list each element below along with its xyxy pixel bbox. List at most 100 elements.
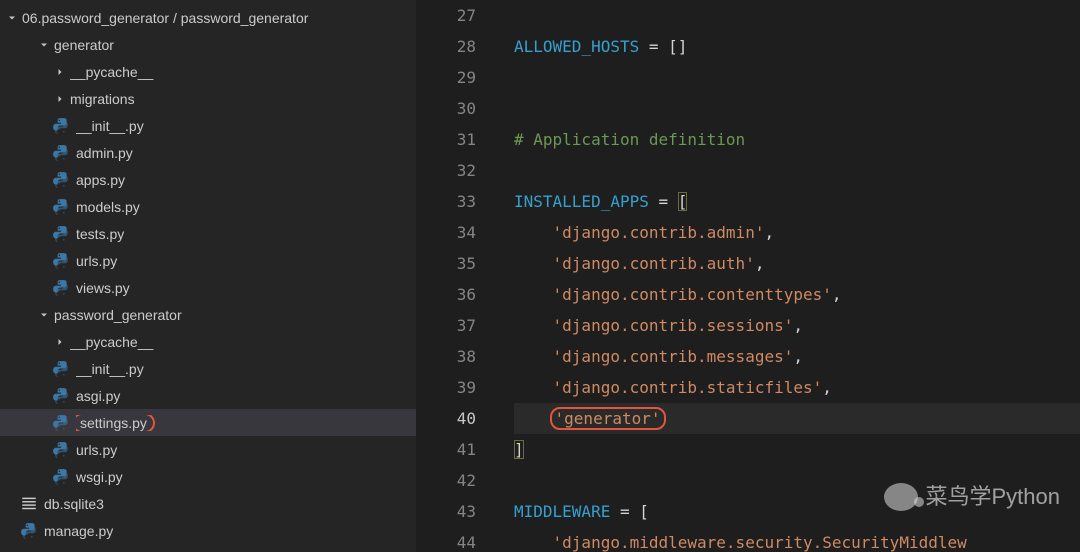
file-label: urls.py	[76, 253, 416, 269]
line-number: 41	[416, 434, 476, 465]
file-label: settings.py	[76, 415, 416, 431]
line-number: 28	[416, 31, 476, 62]
line-number: 43	[416, 496, 476, 527]
file-item[interactable]: wsgi.py	[0, 463, 416, 490]
python-file-icon	[52, 414, 70, 432]
python-file-icon	[52, 360, 70, 378]
code-line[interactable]	[514, 155, 1080, 186]
line-number: 34	[416, 217, 476, 248]
file-label: tests.py	[76, 226, 416, 242]
file-item[interactable]: asgi.py	[0, 382, 416, 409]
file-label: admin.py	[76, 145, 416, 161]
file-label: urls.py	[76, 442, 416, 458]
file-item[interactable]: __init__.py	[0, 355, 416, 382]
file-label: manage.py	[44, 523, 416, 539]
folder-item[interactable]: migrations	[0, 85, 416, 112]
python-file-icon	[52, 468, 70, 486]
folder-item[interactable]: generator	[0, 31, 416, 58]
file-item[interactable]: tests.py	[0, 220, 416, 247]
code-line[interactable]: # Application definition	[514, 124, 1080, 155]
code-line[interactable]: ALLOWED_HOSTS = []	[514, 31, 1080, 62]
code-line[interactable]	[514, 62, 1080, 93]
file-explorer[interactable]: 06.password_generator / password_generat…	[0, 0, 416, 552]
folder-label: 06.password_generator / password_generat…	[22, 10, 416, 26]
line-number: 33	[416, 186, 476, 217]
chevron-down-icon	[36, 37, 52, 53]
line-number: 42	[416, 465, 476, 496]
line-number: 36	[416, 279, 476, 310]
line-number: 29	[416, 62, 476, 93]
python-file-icon	[52, 252, 70, 270]
chevron-right-icon	[52, 334, 68, 350]
line-number: 40	[416, 403, 476, 434]
code-area[interactable]: ALLOWED_HOSTS = [] # Application definit…	[494, 0, 1080, 552]
line-gutter: 27282930313233343536373839404142434445	[416, 0, 494, 552]
line-number: 31	[416, 124, 476, 155]
database-file-icon	[20, 495, 38, 513]
file-label: models.py	[76, 199, 416, 215]
file-item[interactable]: apps.py	[0, 166, 416, 193]
code-line[interactable]	[514, 93, 1080, 124]
wechat-icon	[884, 483, 918, 511]
file-item[interactable]: models.py	[0, 193, 416, 220]
file-item[interactable]: admin.py	[0, 139, 416, 166]
code-line[interactable]: ]	[514, 434, 1080, 465]
python-file-icon	[52, 144, 70, 162]
file-label: views.py	[76, 280, 416, 296]
folder-label: migrations	[70, 91, 416, 107]
file-item[interactable]: urls.py	[0, 247, 416, 274]
folder-label: __pycache__	[70, 64, 416, 80]
python-file-icon	[52, 117, 70, 135]
code-line[interactable]: 'django.contrib.auth',	[514, 248, 1080, 279]
python-file-icon	[52, 441, 70, 459]
line-number: 32	[416, 155, 476, 186]
watermark-text: 菜鸟学Python	[926, 481, 1061, 512]
chevron-right-icon	[52, 64, 68, 80]
file-item[interactable]: manage.py	[0, 517, 416, 544]
file-label: wsgi.py	[76, 469, 416, 485]
python-file-icon	[52, 279, 70, 297]
file-item[interactable]: views.py	[0, 274, 416, 301]
file-item[interactable]: urls.py	[0, 436, 416, 463]
code-line[interactable]	[514, 0, 1080, 31]
file-item[interactable]: __init__.py	[0, 112, 416, 139]
python-file-icon	[52, 225, 70, 243]
root-folder[interactable]: 06.password_generator / password_generat…	[0, 4, 416, 31]
python-file-icon	[52, 171, 70, 189]
folder-item[interactable]: password_generator	[0, 301, 416, 328]
line-number: 38	[416, 341, 476, 372]
folder-label: __pycache__	[70, 334, 416, 350]
code-editor[interactable]: 27282930313233343536373839404142434445 A…	[416, 0, 1080, 552]
file-label: asgi.py	[76, 388, 416, 404]
line-number: 37	[416, 310, 476, 341]
line-number: 44	[416, 527, 476, 552]
folder-item[interactable]: __pycache__	[0, 58, 416, 85]
line-number: 30	[416, 93, 476, 124]
file-label: db.sqlite3	[44, 496, 416, 512]
code-line[interactable]: 'django.contrib.messages',	[514, 341, 1080, 372]
file-label: apps.py	[76, 172, 416, 188]
code-line[interactable]: 'django.middleware.security.SecurityMidd…	[514, 527, 1080, 552]
line-number: 35	[416, 248, 476, 279]
code-line[interactable]: INSTALLED_APPS = [	[514, 186, 1080, 217]
code-line[interactable]: 'django.contrib.admin',	[514, 217, 1080, 248]
line-number: 39	[416, 372, 476, 403]
code-line[interactable]: 'django.contrib.contenttypes',	[514, 279, 1080, 310]
python-file-icon	[20, 522, 38, 540]
file-label: __init__.py	[76, 361, 416, 377]
watermark: 菜鸟学Python	[884, 481, 1061, 512]
line-number: 27	[416, 0, 476, 31]
code-line[interactable]: 'generator'	[514, 403, 1080, 434]
folder-item[interactable]: __pycache__	[0, 328, 416, 355]
code-line[interactable]: 'django.contrib.sessions',	[514, 310, 1080, 341]
file-label: __init__.py	[76, 118, 416, 134]
python-file-icon	[52, 387, 70, 405]
folder-label: generator	[54, 37, 416, 53]
chevron-down-icon	[4, 10, 20, 26]
file-item[interactable]: db.sqlite3	[0, 490, 416, 517]
chevron-down-icon	[36, 307, 52, 323]
file-item[interactable]: settings.py	[0, 409, 416, 436]
code-line[interactable]: 'django.contrib.staticfiles',	[514, 372, 1080, 403]
chevron-right-icon	[52, 91, 68, 107]
python-file-icon	[52, 198, 70, 216]
